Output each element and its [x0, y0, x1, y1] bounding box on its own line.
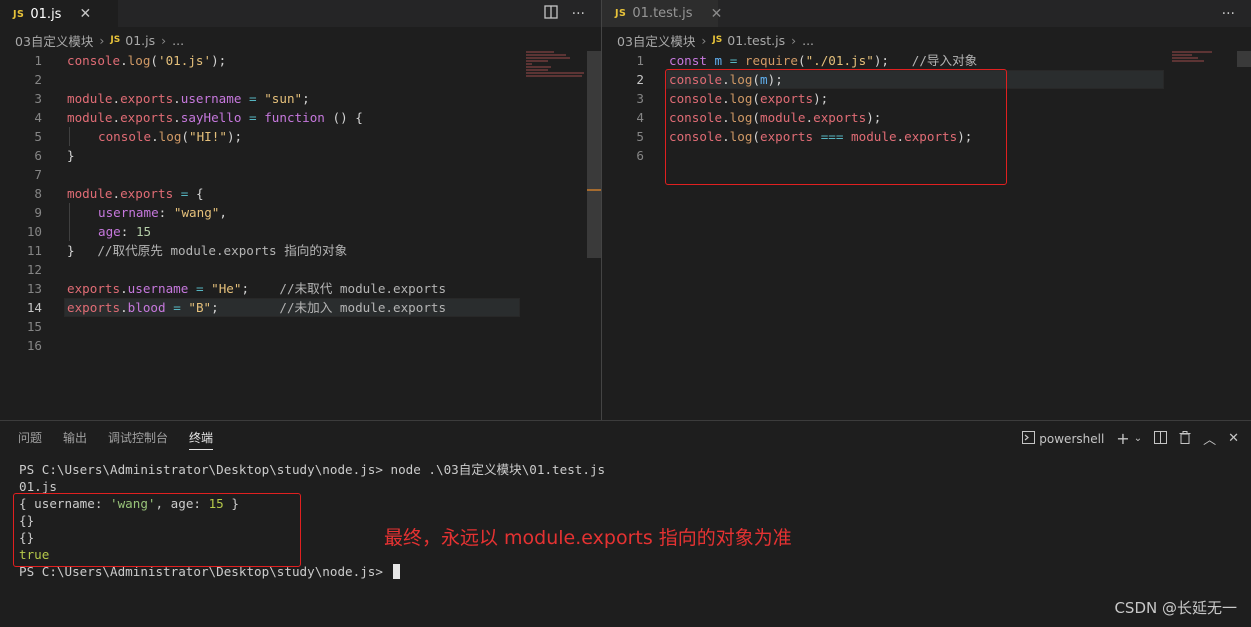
right-editor-pane: JS 01.test.js ✕ ··· 03自定义模块 › JS 01.test…: [602, 0, 1251, 420]
panel-tabs: 问题 输出 调试控制台 终端: [18, 429, 214, 450]
close-icon[interactable]: ✕: [711, 6, 723, 22]
panel-actions: powershell + ⌄ ︿ ✕: [1022, 429, 1239, 448]
right-tab-bar: JS 01.test.js ✕ ···: [602, 0, 1251, 27]
tab-label: 01.test.js: [632, 6, 693, 21]
line-number: 3: [636, 91, 644, 106]
terminal-cursor: [392, 564, 400, 579]
chevron-right-icon: ›: [701, 32, 707, 48]
chevron-up-icon[interactable]: ︿: [1203, 429, 1216, 448]
shell-selector[interactable]: powershell: [1039, 432, 1104, 446]
minimap[interactable]: [1172, 51, 1234, 91]
close-icon[interactable]: ✕: [1228, 431, 1239, 446]
tab-output[interactable]: 输出: [63, 429, 87, 450]
breadcrumb: 03自定义模块 › JS 01.js › ...: [0, 29, 601, 51]
tab-problems[interactable]: 问题: [18, 429, 42, 450]
chevron-down-icon[interactable]: ⌄: [1134, 433, 1142, 444]
line-number: 15: [26, 319, 42, 334]
chevron-right-icon: ›: [791, 32, 797, 48]
editor-actions: ···: [1222, 0, 1235, 27]
watermark: CSDN @长延无一: [1114, 599, 1237, 617]
line-number: 9: [34, 205, 42, 220]
left-editor-pane: JS 01.js ✕ ··· 03自定义模块 › JS 01.js › ... …: [0, 0, 601, 420]
js-file-icon: JS: [615, 8, 627, 19]
trash-icon[interactable]: [1179, 430, 1191, 447]
line-number: 11: [26, 243, 42, 258]
line-number: 14: [26, 300, 42, 315]
line-number: 12: [26, 262, 42, 277]
line-number: 3: [34, 91, 42, 106]
line-number: 10: [26, 224, 42, 239]
tab-label: 01.js: [30, 6, 62, 22]
scroll-marker: [587, 189, 601, 191]
terminal-icon: [1022, 430, 1036, 447]
breadcrumb-more[interactable]: ...: [172, 33, 184, 48]
breadcrumb-file[interactable]: 01.js: [125, 33, 155, 48]
indent-guide: [69, 203, 70, 241]
minimap[interactable]: [526, 51, 588, 91]
chevron-right-icon: ›: [99, 32, 105, 48]
annotation-text: 最终，永远以 module.exports 指向的对象为准: [384, 527, 792, 549]
more-icon[interactable]: ···: [572, 6, 585, 22]
vertical-scrollbar[interactable]: [1237, 51, 1251, 67]
highlight-box: [13, 493, 301, 567]
tab-01-test-js[interactable]: JS 01.test.js ✕: [602, 0, 722, 27]
split-editor-icon[interactable]: [543, 4, 558, 23]
line-number: 8: [34, 186, 42, 201]
code-editor[interactable]: 1 console.log('01.js'); 2 3 module.exports…: [0, 51, 601, 420]
left-tab-bar: JS 01.js ✕ ···: [0, 0, 601, 27]
editor-actions: ···: [543, 0, 585, 27]
highlight-box: [665, 69, 1007, 185]
tab-debug-console[interactable]: 调试控制台: [108, 429, 168, 450]
breadcrumb-more[interactable]: ...: [802, 33, 814, 48]
line-number: 6: [636, 148, 644, 163]
bottom-panel: 问题 输出 调试控制台 终端 powershell + ⌄ ︿ ✕ PS C:\…: [0, 420, 1251, 627]
js-file-icon: JS: [110, 35, 121, 45]
breadcrumb-folder[interactable]: 03自定义模块: [15, 31, 93, 50]
line-number: 5: [636, 129, 644, 144]
indent-guide: [69, 127, 70, 146]
line-number: 2: [34, 72, 42, 87]
more-icon[interactable]: ···: [1222, 6, 1235, 22]
chevron-right-icon: ›: [161, 32, 167, 48]
vertical-scrollbar[interactable]: [587, 51, 601, 258]
line-number: 7: [34, 167, 42, 182]
tab-terminal[interactable]: 终端: [189, 429, 214, 450]
line-number: 4: [34, 110, 42, 125]
line-number: 5: [34, 129, 42, 144]
line-number: 6: [34, 148, 42, 163]
tab-01-js[interactable]: JS 01.js ✕: [0, 0, 118, 27]
line-number: 4: [636, 110, 644, 125]
plus-icon[interactable]: +: [1116, 429, 1129, 448]
breadcrumb: 03自定义模块 › JS 01.test.js › ...: [602, 29, 1251, 51]
line-number: 2: [636, 72, 644, 87]
js-file-icon: JS: [712, 35, 723, 45]
terminal-line: PS C:\Users\Administrator\Desktop\study\…: [19, 462, 606, 477]
line-number: 13: [26, 281, 42, 296]
line-number: 1: [636, 53, 644, 68]
line-number: 1: [34, 53, 42, 68]
split-terminal-icon[interactable]: [1154, 430, 1168, 447]
breadcrumb-file[interactable]: 01.test.js: [727, 33, 785, 48]
line-number: 16: [26, 338, 42, 353]
breadcrumb-folder[interactable]: 03自定义模块: [617, 31, 695, 50]
js-file-icon: JS: [13, 8, 25, 20]
close-icon[interactable]: ✕: [79, 6, 91, 22]
